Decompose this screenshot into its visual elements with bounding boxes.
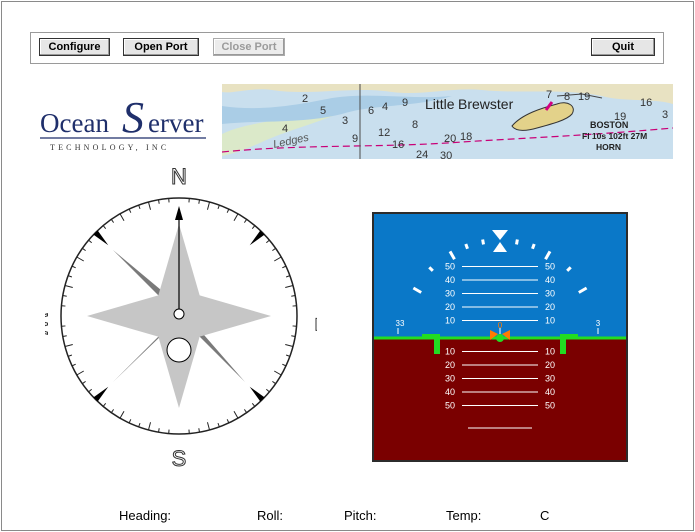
map-sounding: 18 <box>460 131 472 143</box>
temp-unit: C <box>540 508 550 523</box>
open-port-button[interactable]: Open Port <box>123 38 199 56</box>
pitch-label: 10 <box>445 316 455 326</box>
compass-hub <box>166 337 192 363</box>
map-label-horn: HORN <box>596 142 621 152</box>
pitch-label: 30 <box>545 289 555 299</box>
pitch-label: 50 <box>445 401 455 411</box>
pitch-label: 20 <box>445 360 455 370</box>
map-sounding: 4 <box>282 123 288 135</box>
logo-name-start: Ocean <box>40 108 109 138</box>
compass-minor-tick <box>291 335 296 337</box>
roll-label: Roll: <box>257 508 284 523</box>
map-sounding: 2 <box>302 93 308 105</box>
pitch-label: 50 <box>445 262 455 272</box>
roll-tick <box>464 243 469 250</box>
compass-minor-tick <box>62 335 67 337</box>
map-sounding: 3 <box>342 115 348 127</box>
aircraft-center-dot <box>496 334 504 342</box>
compass-minor-tick <box>158 199 160 204</box>
pitch-label: 40 <box>545 275 555 285</box>
map-sounding: 4 <box>382 101 388 113</box>
pitch-label: 10 <box>545 347 555 357</box>
map-sounding: 16 <box>392 139 404 151</box>
pitch-label: 50 <box>545 401 555 411</box>
pitch-label: 40 <box>545 387 555 397</box>
pitch-label: 40 <box>445 275 455 285</box>
pitch-label: 30 <box>545 374 555 384</box>
roll-tick <box>531 243 536 250</box>
map-sounding: 6 <box>368 105 374 117</box>
temp-label: Temp: <box>446 508 482 523</box>
compass-north-label: N <box>171 164 187 189</box>
compass-minor-tick <box>198 428 200 433</box>
map-sounding: 24 <box>416 149 428 159</box>
heading-tape-label: 0 <box>498 321 503 330</box>
pitch-label: 20 <box>545 302 555 312</box>
heading-tape-label: 33 <box>396 319 405 328</box>
oceanserver-logo: Ocean S erver TECHNOLOGY, INC <box>34 86 212 156</box>
compass-pivot <box>173 308 185 320</box>
map-sounding: 20 <box>444 133 456 145</box>
attitude-indicator: 10 10 10 10 20 20 20 20 30 30 30 30 40 40 40 40 50 50 50 50… <box>372 212 628 462</box>
configure-button[interactable]: Configure <box>39 38 110 56</box>
compass-south-label: S <box>172 446 187 471</box>
pitch-label: 20 <box>545 360 555 370</box>
compass-minor-tick <box>291 295 296 297</box>
close-port-button[interactable]: Close Port <box>213 38 285 56</box>
map-sounding: 9 <box>352 133 358 145</box>
map-sounding: 7 <box>546 89 552 101</box>
map-sounding: 30 <box>440 150 452 159</box>
map-sounding: 19 <box>578 91 590 103</box>
compass-display: N S E W <box>27 150 337 480</box>
map-sounding: 5 <box>320 105 326 117</box>
map-place-little: Little <box>425 96 455 112</box>
compass-west-label: W <box>45 314 52 335</box>
map-sounding: 8 <box>412 119 418 131</box>
pitch-label: 30 <box>445 374 455 384</box>
attitude-ground <box>374 338 626 460</box>
toolbar: Configure Open Port Close Port Quit <box>30 32 664 64</box>
pitch-label: 20 <box>445 302 455 312</box>
compass-minor-tick <box>198 199 200 204</box>
map-sounding: 9 <box>402 97 408 109</box>
pitch-label: 40 <box>445 387 455 397</box>
compass-east-label: E <box>311 317 317 332</box>
nautical-chart-banner: Little Brewster BOSTON Fl 10s 102ft 27M … <box>222 84 673 159</box>
map-sounding: 8 <box>564 91 570 103</box>
map-sounding: 12 <box>378 127 390 139</box>
compass-minor-tick <box>158 428 160 433</box>
pitch-label: 10 <box>445 347 455 357</box>
heading-tape-label: 3 <box>596 319 601 328</box>
compass-minor-tick <box>62 295 67 297</box>
pitch-label: 50 <box>545 262 555 272</box>
map-place-brewster: Brewster <box>458 96 514 112</box>
pitch-label: 30 <box>445 289 455 299</box>
map-sounding: 19 <box>614 111 626 123</box>
map-sounding: 16 <box>640 97 652 109</box>
pitch-label: Pitch: <box>344 508 377 523</box>
map-sounding: 3 <box>662 109 668 121</box>
logo-s-glyph: S <box>122 93 144 142</box>
roll-tick <box>515 239 519 245</box>
heading-label: Heading: <box>119 508 172 523</box>
map-label-light: Fl 10s 102ft 27M <box>582 131 647 141</box>
pitch-label: 10 <box>545 316 555 326</box>
roll-tick <box>481 239 485 245</box>
logo-name-end: erver <box>148 108 203 138</box>
quit-button[interactable]: Quit <box>591 38 655 56</box>
